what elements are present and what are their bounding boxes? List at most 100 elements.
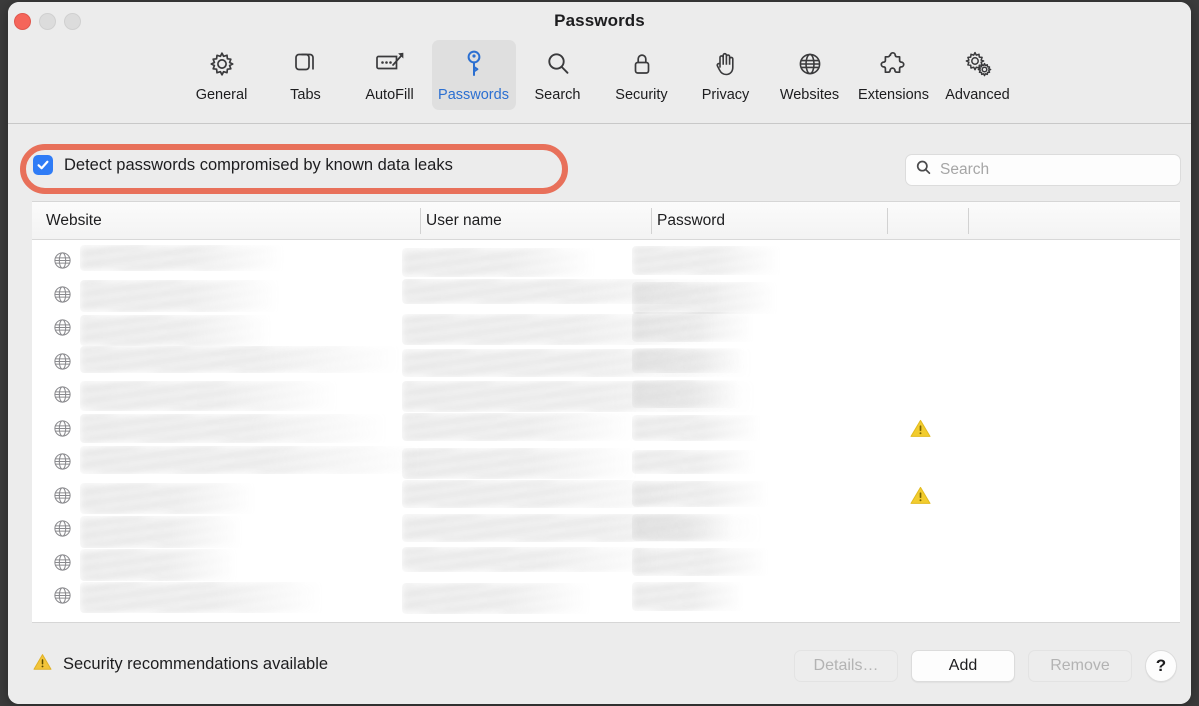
- globe-icon: [52, 585, 73, 611]
- cell-password-redacted: [632, 514, 734, 541]
- table-row[interactable]: [32, 412, 1180, 445]
- cell-website-redacted: [80, 245, 286, 272]
- toolbar-tab-label: Websites: [779, 87, 840, 103]
- table-row[interactable]: [32, 278, 1180, 314]
- passwords-table: Website User name Password: [32, 201, 1180, 623]
- cell-website-redacted: [80, 414, 389, 443]
- column-divider[interactable]: [968, 208, 969, 234]
- table-row[interactable]: [32, 479, 1180, 514]
- cell-website-redacted: [80, 582, 324, 613]
- toolbar-tab-privacy[interactable]: Privacy: [684, 40, 768, 110]
- table-row[interactable]: [32, 445, 1180, 480]
- toolbar-tab-label: Security: [615, 87, 668, 103]
- hand-icon: [711, 46, 741, 82]
- detect-passwords-checkbox-label: Detect passwords compromised by known da…: [64, 155, 453, 174]
- cell-website-redacted: [80, 380, 339, 411]
- table-row[interactable]: [32, 546, 1180, 581]
- cell-password-redacted: [632, 245, 781, 276]
- toolbar-tab-label: General: [195, 87, 248, 103]
- toolbar-tab-passwords[interactable]: Passwords: [431, 40, 516, 110]
- table-row[interactable]: [32, 579, 1180, 615]
- cell-website-redacted: [80, 446, 424, 475]
- table-row[interactable]: [32, 311, 1180, 346]
- toolbar-tab-label: AutoFill: [365, 87, 414, 103]
- cell-password-redacted: [632, 348, 746, 374]
- detect-passwords-checkbox-row[interactable]: Detect passwords compromised by known da…: [33, 155, 453, 175]
- search-icon: [915, 159, 932, 181]
- globe-icon: [52, 418, 73, 444]
- toolbar-tab-label: Search: [534, 87, 581, 103]
- add-button[interactable]: Add: [911, 650, 1015, 682]
- table-row[interactable]: [32, 345, 1180, 378]
- footer-button-group: Details… Add Remove ?: [794, 650, 1177, 682]
- globe-icon: [52, 518, 73, 544]
- cell-username-redacted: [402, 448, 639, 480]
- cell-password-redacted: [632, 547, 770, 576]
- cell-username-redacted: [402, 247, 596, 278]
- globe-icon: [52, 552, 73, 578]
- lock-icon: [627, 46, 657, 82]
- cell-website-redacted: [80, 515, 243, 548]
- toolbar-tab-label: Advanced: [945, 87, 1010, 103]
- column-divider[interactable]: [420, 208, 421, 234]
- help-button[interactable]: ?: [1145, 650, 1177, 682]
- cell-password-redacted: [632, 380, 741, 409]
- status-text: Security recommendations available: [63, 655, 329, 673]
- detect-passwords-checkbox[interactable]: [33, 155, 53, 175]
- cell-website-redacted: [80, 280, 280, 312]
- puzzle-icon: [878, 46, 910, 82]
- globe-icon: [52, 317, 73, 343]
- toolbar-tab-advanced[interactable]: Advanced: [936, 40, 1020, 110]
- toolbar-tab-label: Passwords: [438, 87, 509, 103]
- window-titlebar: Passwords: [8, 2, 1191, 42]
- cell-password-redacted: [632, 282, 779, 314]
- warning-triangle-icon: [33, 653, 52, 676]
- autofill-icon: [373, 46, 407, 82]
- tabs-icon: [291, 46, 321, 82]
- globe-icon: [52, 384, 73, 410]
- remove-button[interactable]: Remove: [1028, 650, 1132, 682]
- toolbar-tab-extensions[interactable]: Extensions: [852, 40, 936, 110]
- column-header-username[interactable]: User name: [426, 212, 502, 230]
- column-header-password[interactable]: Password: [657, 212, 725, 230]
- screenshot-root: Passwords General Tabs AutoFill Password…: [0, 0, 1199, 706]
- globe-icon: [795, 46, 825, 82]
- toolbar-tab-tabs[interactable]: Tabs: [264, 40, 348, 110]
- row-warning-icon[interactable]: [910, 419, 931, 443]
- column-divider[interactable]: [887, 208, 888, 234]
- key-icon: [461, 46, 487, 82]
- row-warning-icon[interactable]: [910, 486, 931, 510]
- column-divider[interactable]: [651, 208, 652, 234]
- toolbar-tab-label: Tabs: [290, 87, 321, 103]
- cell-website-redacted: [80, 346, 402, 374]
- table-row[interactable]: [32, 244, 1180, 278]
- column-header-website[interactable]: Website: [46, 212, 102, 230]
- cell-username-redacted: [402, 546, 662, 572]
- gears-icon: [962, 46, 994, 82]
- cell-website-redacted: [80, 549, 238, 581]
- table-row[interactable]: [32, 512, 1180, 548]
- toolbar-tab-label: Extensions: [858, 87, 929, 103]
- toolbar-tab-general[interactable]: General: [180, 40, 264, 110]
- cell-password-redacted: [632, 481, 769, 508]
- toolbar-tab-search[interactable]: Search: [516, 40, 600, 110]
- cell-website-redacted: [80, 483, 256, 514]
- cell-password-redacted: [632, 415, 762, 441]
- table-header-row: Website User name Password: [32, 202, 1180, 240]
- search-input-placeholder[interactable]: Search: [940, 161, 989, 179]
- globe-icon: [52, 284, 73, 310]
- cell-website-redacted: [80, 315, 273, 346]
- globe-icon: [52, 351, 73, 377]
- toolbar-tab-autofill[interactable]: AutoFill: [348, 40, 432, 110]
- passwords-search-field[interactable]: Search: [905, 154, 1181, 186]
- details-button[interactable]: Details…: [794, 650, 898, 682]
- toolbar-tab-security[interactable]: Security: [600, 40, 684, 110]
- magnifier-icon: [543, 46, 573, 82]
- preferences-window: Passwords General Tabs AutoFill Password…: [8, 2, 1191, 704]
- table-row[interactable]: [32, 378, 1180, 413]
- window-title: Passwords: [554, 11, 645, 30]
- cell-username-redacted: [402, 413, 635, 442]
- toolbar-tab-label: Privacy: [701, 87, 750, 103]
- toolbar-tab-websites[interactable]: Websites: [768, 40, 852, 110]
- preferences-toolbar: General Tabs AutoFill Passwords Search S…: [8, 40, 1191, 124]
